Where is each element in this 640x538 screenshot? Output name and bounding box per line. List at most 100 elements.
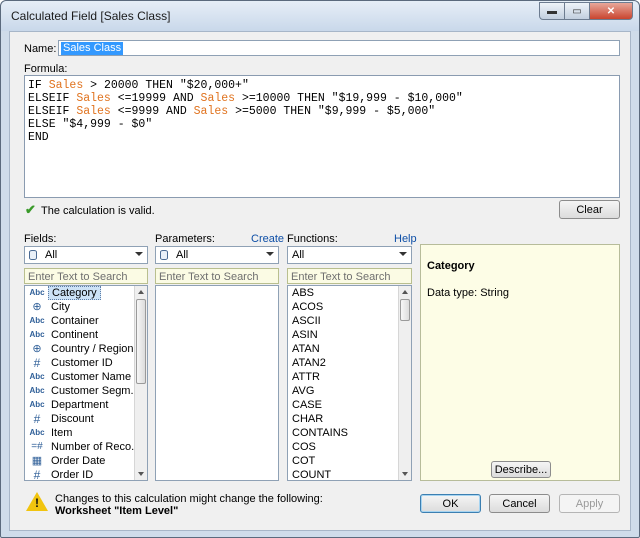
calculated-number-icon: =# xyxy=(31,441,43,452)
field-item-label: Order ID xyxy=(51,469,94,481)
description-panel: Category Data type: String Describe... xyxy=(420,244,620,481)
field-item[interactable]: ⊕ City xyxy=(25,300,134,314)
formula-line: END xyxy=(28,131,616,144)
function-item[interactable]: ABS xyxy=(288,286,398,300)
field-item[interactable]: # Customer ID xyxy=(25,356,134,370)
function-item[interactable]: COT xyxy=(288,454,398,468)
help-link[interactable]: Help xyxy=(394,233,417,245)
field-item-label: Discount xyxy=(51,413,94,425)
function-item[interactable]: COUNT xyxy=(288,468,398,480)
number-type-icon: # xyxy=(33,468,41,481)
field-item[interactable]: Abc Category xyxy=(25,286,134,300)
field-item[interactable]: Abc Customer Segm... xyxy=(25,384,139,398)
function-item[interactable]: CHAR xyxy=(288,412,398,426)
field-item-label: Number of Reco... xyxy=(51,441,141,453)
function-item[interactable]: ASIN xyxy=(288,328,398,342)
create-parameter-link[interactable]: Create xyxy=(251,233,284,245)
string-type-icon: Abc xyxy=(29,372,45,381)
field-item-label: Customer ID xyxy=(51,357,113,369)
field-item-label: Order Date xyxy=(51,455,106,467)
affected-worksheet: Worksheet "Item Level" xyxy=(55,505,179,517)
formula-field-ref: Sales xyxy=(193,105,229,118)
field-item-label: Item xyxy=(51,427,73,439)
minimize-button[interactable]: ▬ xyxy=(539,2,565,20)
field-item[interactable]: Abc Customer Name xyxy=(25,370,134,384)
function-item[interactable]: ATAN xyxy=(288,342,398,356)
ok-button[interactable]: OK xyxy=(420,494,481,513)
maximize-button[interactable]: ▭ xyxy=(564,2,590,20)
functions-label: Functions: xyxy=(287,233,338,245)
formula-field-ref: Sales xyxy=(200,92,236,105)
field-item-label: Container xyxy=(51,315,99,327)
fields-search-input[interactable]: Enter Text to Search xyxy=(24,268,148,284)
scroll-up-icon[interactable] xyxy=(138,290,144,294)
name-label: Name: xyxy=(24,43,57,55)
fields-list: Abc Category ⊕ City Abc Container Abc Continent… xyxy=(24,285,148,481)
field-item[interactable]: ⊕ Country / Region xyxy=(25,342,134,356)
formula-line: ELSE "$4,999 - $0" xyxy=(28,118,616,131)
formula-editor[interactable]: IF Sales > 20000 THEN "$20,000+" ELSEIF S… xyxy=(24,75,620,198)
field-item[interactable]: Abc Continent xyxy=(25,328,134,342)
name-input[interactable]: Sales Class xyxy=(58,40,620,56)
function-item[interactable]: ATAN2 xyxy=(288,356,398,370)
fields-filter-value: All xyxy=(45,249,58,261)
description-data-type: Data type: String xyxy=(427,287,509,299)
field-item[interactable]: =# Number of Reco... xyxy=(25,440,140,454)
function-item[interactable]: ASCII xyxy=(288,314,398,328)
checkmark-icon: ✔ xyxy=(25,202,36,217)
field-item[interactable]: # Order ID xyxy=(25,468,134,481)
fields-filter-dropdown[interactable]: All xyxy=(24,246,148,264)
functions-scroll-thumb[interactable] xyxy=(400,299,410,321)
fields-scroll-thumb[interactable] xyxy=(136,299,146,384)
functions-list: ABS ACOS ASCII ASIN ATAN ATAN2 ATTR AVG CASE CHAR… xyxy=(287,285,412,481)
scroll-down-icon[interactable] xyxy=(138,472,144,476)
string-type-icon: Abc xyxy=(29,330,45,339)
parameters-search-input[interactable]: Enter Text to Search xyxy=(155,268,279,284)
function-item[interactable]: CASE xyxy=(288,398,398,412)
date-type-icon: ▦ xyxy=(31,455,43,467)
formula-text: <=19999 AND xyxy=(110,92,201,105)
apply-button[interactable]: Apply xyxy=(559,494,620,513)
scroll-down-icon[interactable] xyxy=(402,472,408,476)
formula-field-ref: Sales xyxy=(76,92,111,105)
function-item[interactable]: COS xyxy=(288,440,398,454)
scroll-up-icon[interactable] xyxy=(402,290,408,294)
formula-line: ELSEIF Sales <=9999 AND Sales >=5000 THE… xyxy=(28,105,616,118)
clear-button[interactable]: Clear xyxy=(559,200,620,219)
database-icon xyxy=(29,250,37,260)
function-item[interactable]: AVG xyxy=(288,384,398,398)
close-button[interactable]: ✕ xyxy=(589,2,633,20)
string-type-icon: Abc xyxy=(29,386,45,395)
field-item-label: Customer Segm... xyxy=(51,385,140,397)
warning-icon: ! xyxy=(26,492,48,511)
function-item[interactable]: ATTR xyxy=(288,370,398,384)
field-item[interactable]: ▦ Order Date xyxy=(25,454,134,468)
window-controls: ▬ ▭ ✕ xyxy=(539,2,633,21)
cancel-button[interactable]: Cancel xyxy=(489,494,550,513)
warning-message: Changes to this calculation might change… xyxy=(55,493,323,505)
formula-line: ELSEIF Sales <=19999 AND Sales >=10000 T… xyxy=(28,92,616,105)
name-input-value: Sales Class xyxy=(61,42,124,55)
field-item[interactable]: Abc Container xyxy=(25,314,134,328)
fields-scrollbar[interactable] xyxy=(134,286,147,480)
globe-icon: ⊕ xyxy=(32,343,42,355)
functions-filter-value: All xyxy=(292,249,305,261)
field-item[interactable]: Abc Item xyxy=(25,426,134,440)
functions-scrollbar[interactable] xyxy=(398,286,411,480)
formula-text: ELSEIF xyxy=(28,105,77,118)
field-item[interactable]: # Discount xyxy=(25,412,134,426)
title-bar: Calculated Field [Sales Class] ▬ ▭ ✕ xyxy=(1,1,639,31)
formula-field-ref: Sales xyxy=(76,105,111,118)
function-item[interactable]: CONTAINS xyxy=(288,426,398,440)
describe-button[interactable]: Describe... xyxy=(491,461,551,478)
formula-text: IF xyxy=(28,79,49,92)
functions-search-input[interactable]: Enter Text to Search xyxy=(287,268,412,284)
field-item[interactable]: Abc Department xyxy=(25,398,134,412)
function-item[interactable]: ACOS xyxy=(288,300,398,314)
formula-text: >=10000 THEN "$19,999 - $10,000" xyxy=(235,92,463,105)
functions-filter-dropdown[interactable]: All xyxy=(287,246,412,264)
parameters-filter-dropdown[interactable]: All xyxy=(155,246,279,264)
number-type-icon: # xyxy=(33,412,41,426)
field-item-label: Category xyxy=(48,286,101,300)
formula-text: <=9999 AND xyxy=(110,105,194,118)
